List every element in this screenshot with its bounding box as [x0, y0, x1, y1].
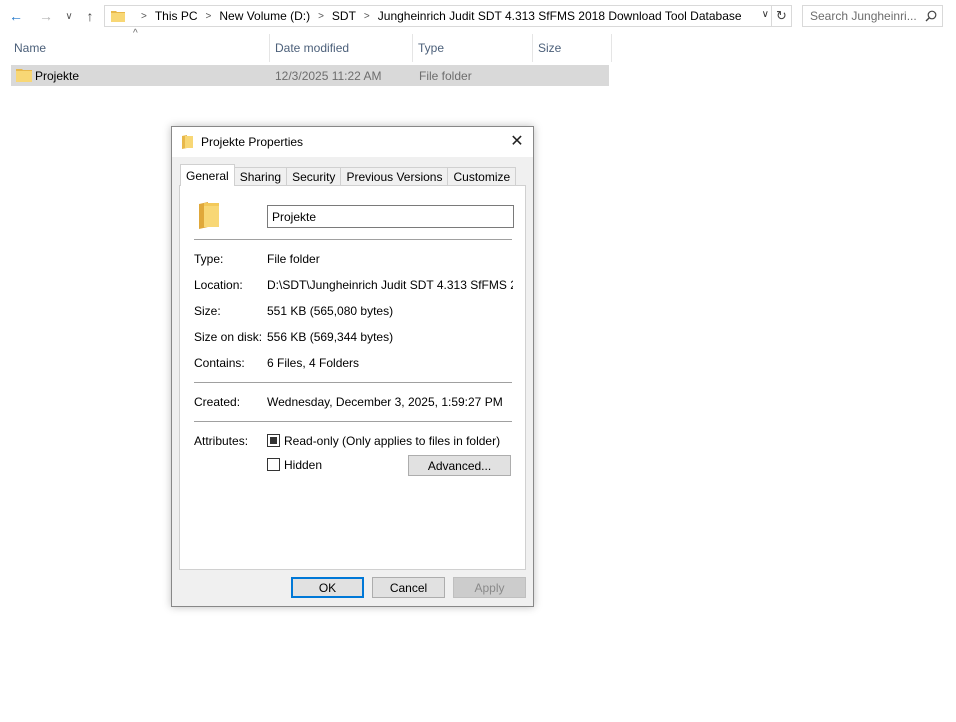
chevron-down-icon[interactable]: ∨ [762, 9, 769, 20]
search-placeholder: Search Jungheinri... [810, 9, 917, 23]
arrow-right-icon: → [39, 8, 53, 24]
cancel-button[interactable]: Cancel [372, 577, 445, 598]
search-input[interactable]: Search Jungheinri... [802, 5, 943, 27]
created-value: Wednesday, December 3, 2025, 1:59:27 PM [267, 395, 503, 409]
size-value: 551 KB (565,080 bytes) [267, 304, 394, 318]
divider [194, 239, 512, 240]
size-label: Size: [194, 304, 221, 318]
tab-previous-versions[interactable]: Previous Versions [341, 167, 449, 186]
tab-sharing[interactable]: Sharing [234, 167, 288, 186]
file-date-modified: 12/3/2025 11:22 AM [275, 69, 382, 83]
breadcrumb-current-folder[interactable]: Jungheinrich Judit SDT 4.313 SfFMS 2018 … [378, 9, 742, 23]
advanced-button[interactable]: Advanced... [408, 455, 511, 476]
contains-value: 6 Files, 4 Folders [267, 356, 360, 370]
arrow-up-icon: ↑ [86, 8, 94, 24]
address-bar[interactable]: > This PC > New Volume (D:) > SDT > Jung… [104, 5, 772, 27]
tab-security[interactable]: Security [287, 167, 342, 186]
back-button[interactable]: ← [6, 6, 26, 26]
size-on-disk-label: Size on disk: [194, 330, 263, 344]
refresh-icon: ↻ [776, 8, 787, 23]
attributes-label: Attributes: [194, 434, 249, 448]
recent-locations-button[interactable]: ∨ [62, 6, 76, 26]
ok-button[interactable]: OK [291, 577, 364, 598]
folder-icon [16, 69, 32, 82]
apply-button[interactable]: Apply [453, 577, 526, 598]
up-button[interactable]: ↑ [80, 6, 100, 26]
forward-button[interactable]: → [36, 6, 56, 26]
dialog-titlebar[interactable]: Projekte Properties ✕ [172, 127, 533, 157]
search-icon [925, 10, 937, 22]
column-divider[interactable] [532, 34, 533, 62]
type-value: File folder [267, 252, 320, 266]
location-value: D:\SDT\Jungheinrich Judit SDT 4.313 SfFM… [267, 278, 513, 292]
divider [194, 382, 512, 383]
readonly-label[interactable]: Read-only (Only applies to files in fold… [284, 434, 500, 448]
column-header-date-modified[interactable]: Date modified [271, 36, 411, 60]
contains-label: Contains: [194, 356, 245, 370]
hidden-label[interactable]: Hidden [284, 458, 322, 472]
folder-icon [182, 135, 193, 149]
general-tab-panel: Type: File folder Location: D:\SDT\Jungh… [179, 185, 526, 570]
file-row-projekte[interactable]: Projekte 12/3/2025 11:22 AM File folder [11, 65, 609, 86]
column-divider[interactable] [412, 34, 413, 62]
tab-general[interactable]: General [180, 164, 235, 186]
chevron-down-icon: ∨ [65, 10, 73, 22]
type-label: Type: [194, 252, 224, 266]
close-icon: ✕ [510, 133, 524, 150]
column-divider[interactable] [611, 34, 612, 62]
breadcrumb-volume[interactable]: New Volume (D:) [219, 9, 310, 23]
properties-dialog: Projekte Properties ✕ General Sharing Se… [171, 126, 534, 607]
refresh-button[interactable]: ↻ [772, 5, 792, 27]
file-type: File folder [419, 69, 472, 83]
folder-name-input[interactable] [267, 205, 514, 228]
chevron-right-icon: > [141, 10, 147, 22]
dialog-title: Projekte Properties [201, 135, 304, 149]
divider [194, 421, 512, 422]
location-label: Location: [194, 278, 243, 292]
column-header-type[interactable]: Type [414, 36, 531, 60]
created-label: Created: [194, 395, 241, 409]
close-button[interactable]: ✕ [501, 127, 533, 155]
readonly-checkbox[interactable] [267, 434, 280, 447]
file-name: Projekte [35, 69, 80, 83]
chevron-right-icon: > [205, 10, 212, 22]
breadcrumb-this-pc[interactable]: This PC [155, 9, 198, 23]
column-divider[interactable] [269, 34, 270, 62]
chevron-right-icon: > [318, 10, 324, 22]
breadcrumb-sdt[interactable]: SDT [332, 9, 356, 23]
folder-icon [111, 11, 125, 22]
arrow-left-icon: ← [9, 8, 23, 24]
column-header-name[interactable]: Name [10, 36, 268, 60]
chevron-right-icon: > [363, 10, 370, 22]
hidden-checkbox[interactable] [267, 458, 280, 471]
size-on-disk-value: 556 KB (569,344 bytes) [267, 330, 394, 344]
column-header-size[interactable]: Size [534, 36, 610, 60]
tab-strip: General Sharing Security Previous Versio… [180, 164, 517, 186]
tab-customize[interactable]: Customize [448, 167, 517, 186]
folder-icon [199, 202, 219, 229]
